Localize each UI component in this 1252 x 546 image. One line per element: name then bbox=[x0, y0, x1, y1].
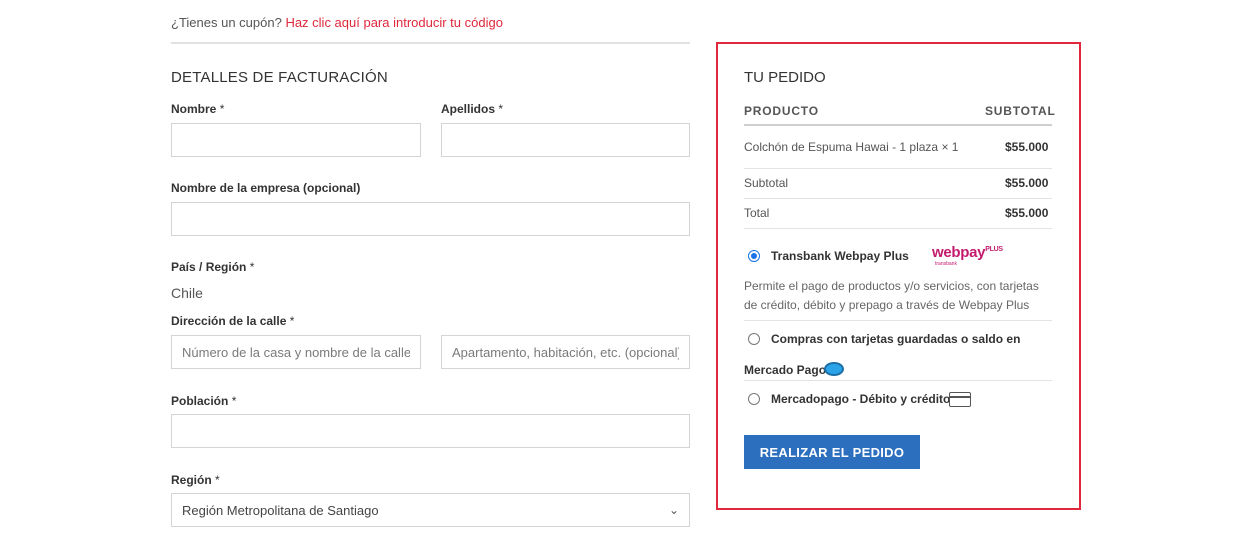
last-name-label: Apellidos * bbox=[441, 102, 504, 116]
order-item-amount: $55.000 bbox=[1005, 140, 1049, 154]
company-label: Nombre de la empresa (opcional) bbox=[171, 181, 361, 195]
order-item-qty: × 1 bbox=[941, 140, 959, 154]
street-label: Dirección de la calle * bbox=[171, 314, 295, 328]
billing-title: DETALLES DE FACTURACIÓN bbox=[171, 69, 388, 86]
webpay-logo: webpayPLUS bbox=[932, 244, 1003, 261]
first-name-label: Nombre * bbox=[171, 102, 225, 116]
row-divider bbox=[744, 168, 1052, 169]
country-label: País / Región * bbox=[171, 260, 255, 274]
mercadopago-saved-label-2[interactable]: Mercado Pago bbox=[744, 363, 826, 377]
order-item-name: Colchón de Espuma Hawai - 1 plaza × 1 bbox=[744, 140, 959, 154]
last-name-input[interactable] bbox=[441, 123, 690, 157]
company-input[interactable] bbox=[171, 202, 690, 236]
row-divider bbox=[744, 198, 1052, 199]
total-label: Total bbox=[744, 206, 770, 220]
row-divider bbox=[744, 228, 1052, 229]
region-select-value: Región Metropolitana de Santiago bbox=[182, 502, 379, 518]
webpay-logo-sub: transbank bbox=[935, 261, 957, 267]
coupon-notice: ¿Tienes un cupón? Haz clic aquí para int… bbox=[171, 15, 503, 30]
first-name-input[interactable] bbox=[171, 123, 421, 157]
payment-divider bbox=[744, 320, 1052, 321]
order-title: TU PEDIDO bbox=[744, 69, 826, 86]
radio-mercadopago-saved[interactable] bbox=[748, 333, 760, 345]
coupon-prompt: ¿Tienes un cupón? bbox=[171, 15, 282, 30]
mercadopago-saved-label[interactable]: Compras con tarjetas guardadas o saldo e… bbox=[771, 332, 1020, 346]
subtotal-label: Subtotal bbox=[744, 176, 789, 190]
total-amount: $55.000 bbox=[1005, 206, 1049, 220]
country-value: Chile bbox=[171, 285, 203, 301]
column-subtotal: SUBTOTAL bbox=[985, 104, 1056, 118]
transbank-label[interactable]: Transbank Webpay Plus bbox=[771, 249, 909, 263]
mercadopago-handshake-icon bbox=[824, 362, 844, 376]
street-address-1-input[interactable] bbox=[171, 335, 421, 369]
column-product: PRODUCTO bbox=[744, 104, 819, 118]
region-select[interactable]: Región Metropolitana de Santiago ⌄ bbox=[171, 493, 690, 527]
transbank-description: Permite el pago de productos y/o servici… bbox=[744, 279, 1039, 312]
radio-transbank[interactable] bbox=[748, 250, 760, 262]
chevron-down-icon: ⌄ bbox=[668, 503, 679, 517]
coupon-link[interactable]: Haz clic aquí para introducir tu código bbox=[285, 15, 503, 30]
coupon-divider bbox=[171, 42, 690, 44]
credit-card-icon bbox=[949, 392, 971, 407]
header-divider bbox=[744, 124, 1052, 126]
street-address-2-input[interactable] bbox=[441, 335, 690, 369]
mercadopago-card-label[interactable]: Mercadopago - Débito y crédito bbox=[771, 392, 950, 406]
subtotal-amount: $55.000 bbox=[1005, 176, 1049, 190]
city-input[interactable] bbox=[171, 414, 690, 448]
city-label: Población * bbox=[171, 394, 237, 408]
region-label: Región * bbox=[171, 473, 220, 487]
payment-divider bbox=[744, 380, 1052, 381]
radio-mercadopago-card[interactable] bbox=[748, 393, 760, 405]
place-order-button[interactable]: REALIZAR EL PEDIDO bbox=[744, 435, 920, 469]
